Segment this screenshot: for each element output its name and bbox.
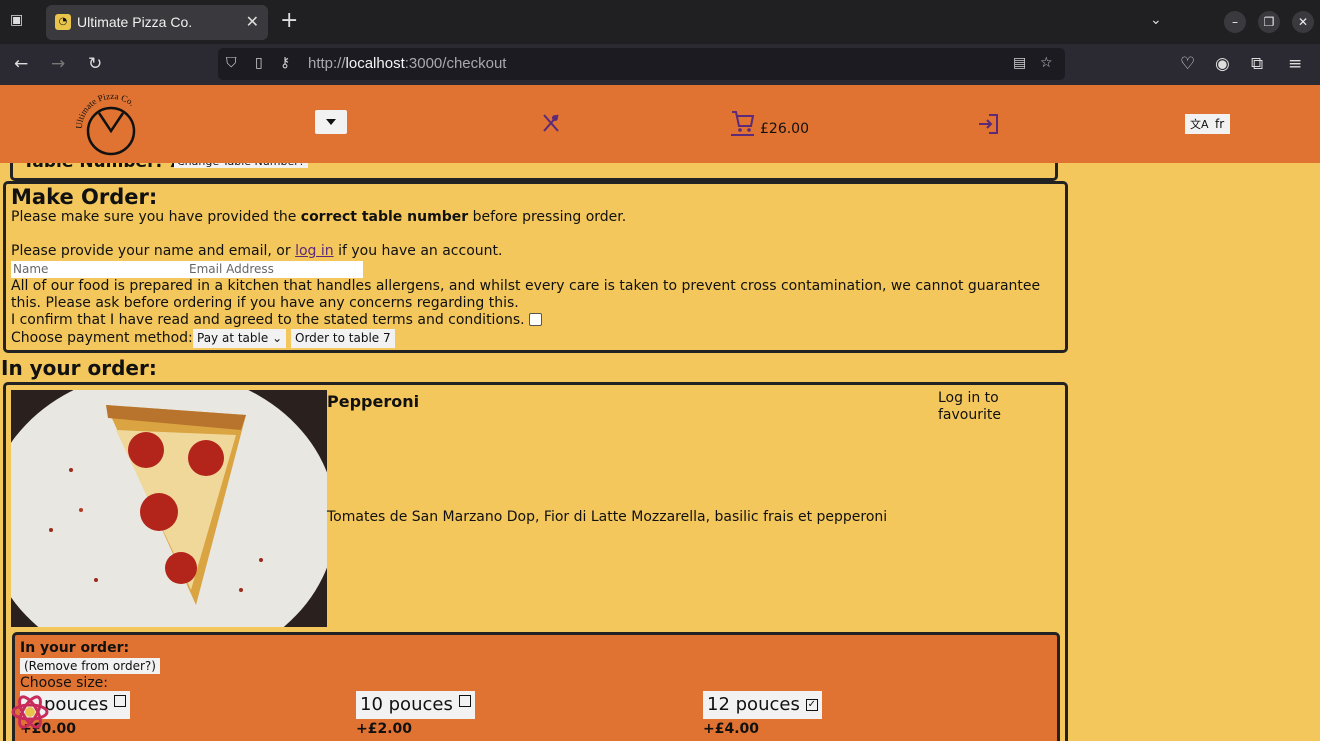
choose-size-label: Choose size: (20, 675, 108, 691)
checked-checkbox-icon: ✓ (805, 699, 818, 711)
new-tab-icon[interactable]: + (280, 10, 298, 32)
reload-icon[interactable]: ↻ (88, 54, 102, 74)
login-prompt: Please provide your name and email, or l… (11, 243, 503, 259)
favourite-prompt[interactable]: Log in to favourite (938, 390, 1028, 424)
checkbox-icon (458, 695, 471, 707)
allergen-notice-1: All of our food is prepared in a kitchen… (11, 278, 1041, 294)
payment-label: Choose payment method: (11, 330, 193, 346)
react-devtools-icon[interactable] (10, 692, 50, 732)
extensions-icon[interactable]: ⧉ (1251, 54, 1263, 74)
size-price-12: +£4.00 (703, 721, 760, 737)
translate-icon: 文A (1190, 118, 1209, 131)
language-value: fr (1215, 117, 1225, 131)
ultimate-pizza-logo[interactable]: Ultimate Pizza Co. (74, 91, 150, 159)
site-header: Ultimate Pizza Co. £26.00 文A fr (0, 85, 1320, 163)
item-name: Pepperoni (327, 392, 420, 411)
pocket-icon[interactable]: ♡ (1180, 54, 1195, 74)
restore-icon[interactable]: ❐ (1258, 11, 1280, 33)
close-tab-icon[interactable]: ✕ (246, 12, 259, 31)
login-icon[interactable] (977, 113, 999, 135)
make-order-section: Make Order: Please make sure you have pr… (3, 181, 1068, 353)
checkbox-icon (114, 695, 127, 707)
browser-tab-bar: ▣ ◔ Ultimate Pizza Co. ✕ + ⌄ – ❐ ✕ (0, 0, 1320, 44)
size-option-10[interactable]: 10 pouces (356, 691, 475, 719)
back-icon[interactable]: ← (14, 54, 28, 74)
allergen-notice-2: this. Please ask before ordering if you … (11, 295, 519, 311)
bookmark-star-icon[interactable]: ☆ (1040, 55, 1053, 71)
reader-mode-icon[interactable]: ▤ (1013, 55, 1026, 71)
language-select[interactable]: 文A fr (1185, 114, 1230, 134)
account-icon[interactable]: ◉ (1215, 54, 1230, 74)
terms-checkbox[interactable] (529, 313, 542, 326)
order-button[interactable]: Order to table 7 (291, 329, 395, 348)
make-order-title: Make Order: (11, 185, 158, 209)
shield-icon[interactable]: ⛉ (226, 55, 237, 71)
dropdown-toggle-button[interactable] (315, 110, 347, 134)
size-option-12[interactable]: 12 pouces ✓ (703, 691, 822, 719)
size-price-10: +£2.00 (356, 721, 413, 737)
browser-nav-bar: ← → ↻ ⛉ ▯ ⚷ http://localhost:3000/checko… (0, 44, 1320, 85)
tab-title: Ultimate Pizza Co. (77, 14, 193, 30)
email-field[interactable]: Email Address (187, 261, 363, 278)
cart-icon[interactable] (730, 109, 756, 137)
menu-icon[interactable]: ≡ (1288, 54, 1302, 74)
table-number-notice: Please make sure you have provided the c… (11, 209, 627, 225)
payment-method-select[interactable]: Pay at table ⌄ (193, 329, 287, 348)
minimize-icon[interactable]: – (1224, 11, 1246, 33)
chevron-down-icon[interactable]: ⌄ (1150, 12, 1162, 28)
order-options-panel: In your order: (Remove from order?) Choo… (12, 632, 1060, 741)
item-description: Tomates de San Marzano Dop, Fior di Latt… (327, 509, 888, 525)
fork-knife-icon[interactable] (539, 112, 563, 136)
forward-icon[interactable]: → (51, 54, 65, 74)
cart-item-card: Pepperoni Log in to favourite Tomates de… (3, 382, 1068, 741)
pepperoni-pizza-image (11, 390, 327, 627)
in-your-order-heading: In your order: (1, 356, 157, 380)
options-title: In your order: (20, 640, 130, 656)
close-window-icon[interactable]: ✕ (1292, 11, 1314, 33)
pizza-favicon-icon: ◔ (55, 14, 71, 30)
cart-total: £26.00 (760, 121, 809, 137)
terms-label: I confirm that I have read and agreed to… (11, 312, 525, 328)
url-text[interactable]: http://localhost:3000/checkout (308, 55, 506, 72)
url-bar[interactable]: ⛉ ▯ ⚷ http://localhost:3000/checkout ▤ ☆ (218, 48, 1065, 80)
login-link[interactable]: log in (295, 243, 334, 259)
page-icon[interactable]: ▯ (255, 55, 263, 71)
permissions-icon[interactable]: ⚷ (280, 55, 290, 71)
remove-from-order-button[interactable]: (Remove from order?) (20, 658, 160, 674)
browser-tab[interactable]: ◔ Ultimate Pizza Co. ✕ (46, 5, 268, 40)
name-field[interactable]: Name (11, 261, 187, 278)
chevron-down-icon: ⌄ (272, 331, 283, 345)
tab-list-icon[interactable]: ▣ (10, 12, 30, 32)
